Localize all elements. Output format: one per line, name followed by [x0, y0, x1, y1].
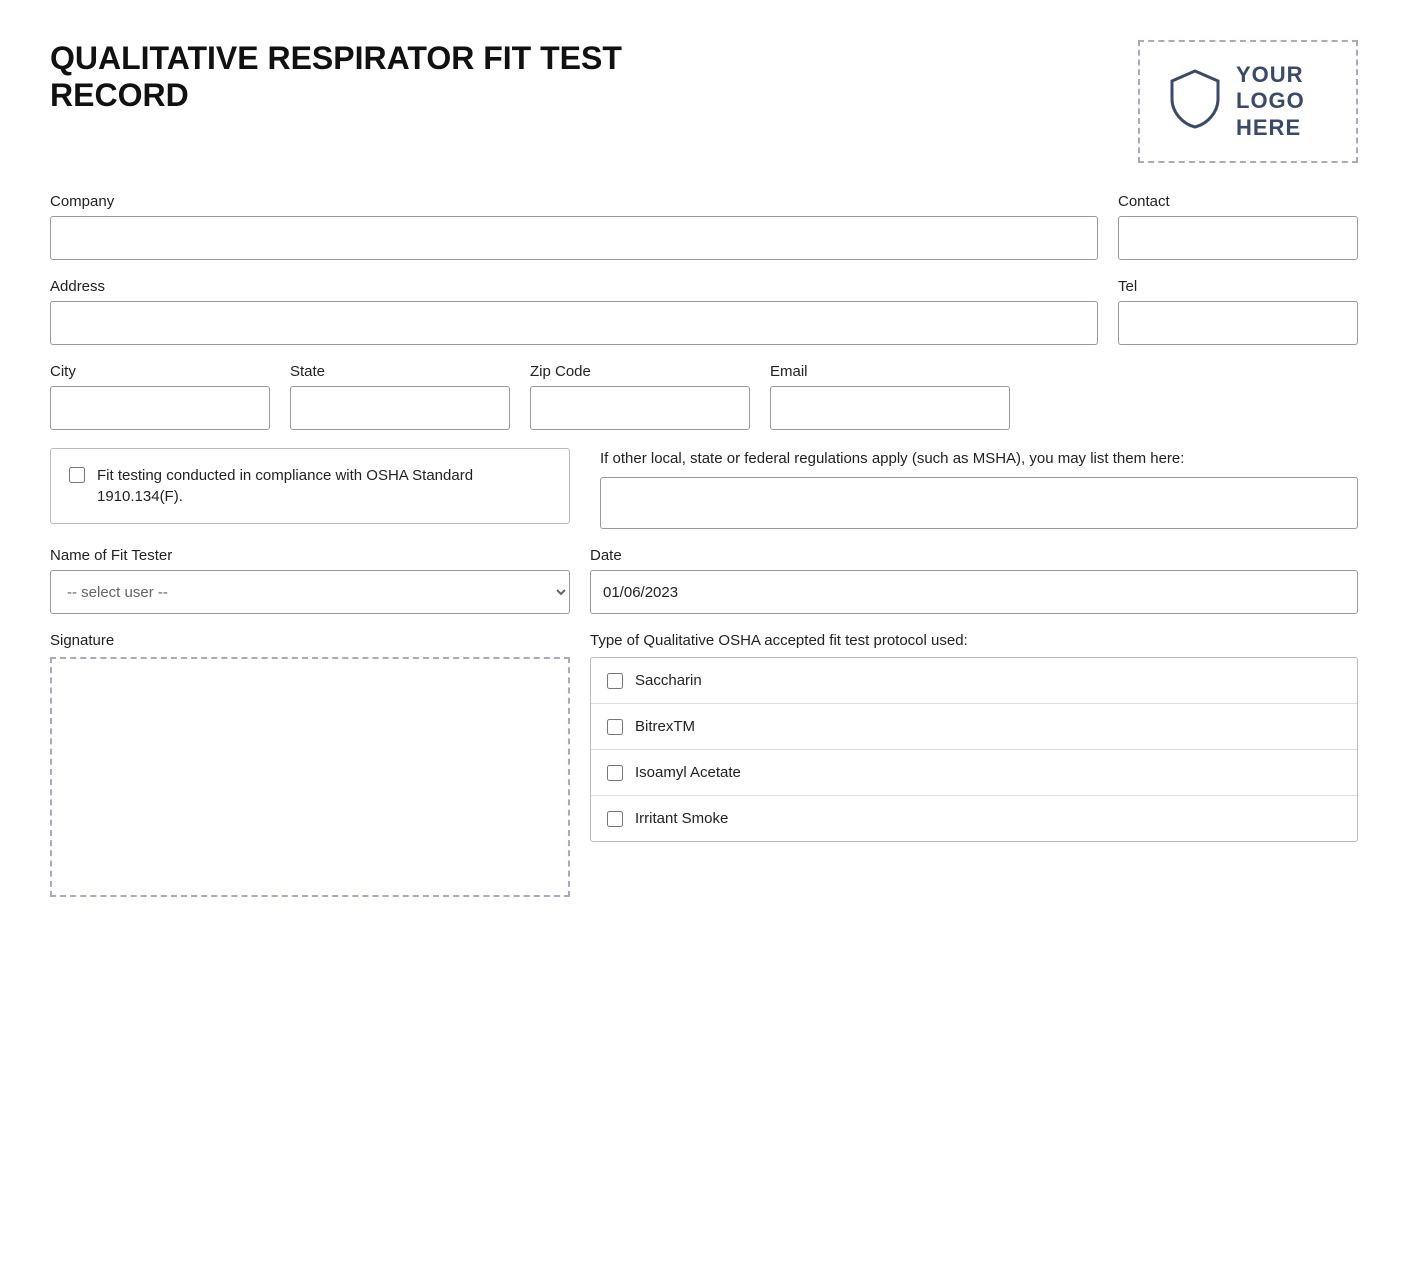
company-group: Company	[50, 193, 1098, 260]
regulations-section: If other local, state or federal regulat…	[600, 448, 1358, 529]
logo-box: YOURLOGOHERE	[1138, 40, 1358, 163]
city-input[interactable]	[50, 386, 270, 430]
saccharin-checkbox[interactable]	[607, 673, 623, 689]
signature-label: Signature	[50, 632, 570, 649]
shield-icon	[1168, 69, 1222, 134]
city-state-zip-email-row: City State Zip Code Email	[50, 363, 1358, 430]
bitrex-checkbox[interactable]	[607, 719, 623, 735]
signature-section: Signature	[50, 632, 570, 897]
compliance-text: Fit testing conducted in compliance with…	[97, 465, 551, 507]
signature-protocol-row: Signature Type of Qualitative OSHA accep…	[50, 632, 1358, 897]
protocol-option-saccharin: Saccharin	[591, 658, 1357, 704]
email-label: Email	[770, 363, 1010, 380]
state-label: State	[290, 363, 510, 380]
protocol-options: Saccharin BitrexTM Isoamyl Acetate Irrit…	[590, 657, 1358, 842]
tel-group: Tel	[1118, 278, 1358, 345]
saccharin-label: Saccharin	[635, 672, 702, 689]
tester-group: Name of Fit Tester -- select user --	[50, 547, 570, 614]
compliance-regulations-row: Fit testing conducted in compliance with…	[50, 448, 1358, 529]
city-label: City	[50, 363, 270, 380]
zip-label: Zip Code	[530, 363, 750, 380]
zip-group: Zip Code	[530, 363, 750, 430]
tester-label: Name of Fit Tester	[50, 547, 570, 564]
protocol-label: Type of Qualitative OSHA accepted fit te…	[590, 632, 1358, 649]
company-input[interactable]	[50, 216, 1098, 260]
irritant-checkbox[interactable]	[607, 811, 623, 827]
regulations-input[interactable]	[600, 477, 1358, 529]
email-group: Email	[770, 363, 1010, 430]
state-group: State	[290, 363, 510, 430]
date-input[interactable]	[590, 570, 1358, 614]
compliance-checkbox-box: Fit testing conducted in compliance with…	[50, 448, 570, 524]
isoamyl-label: Isoamyl Acetate	[635, 764, 741, 781]
company-contact-row: Company Contact	[50, 193, 1358, 260]
protocol-option-bitrex: BitrexTM	[591, 704, 1357, 750]
isoamyl-checkbox[interactable]	[607, 765, 623, 781]
city-group: City	[50, 363, 270, 430]
contact-label: Contact	[1118, 193, 1358, 210]
compliance-checkbox[interactable]	[69, 467, 85, 483]
protocol-option-isoamyl: Isoamyl Acetate	[591, 750, 1357, 796]
contact-group: Contact	[1118, 193, 1358, 260]
protocol-section: Type of Qualitative OSHA accepted fit te…	[590, 632, 1358, 842]
protocol-option-irritant: Irritant Smoke	[591, 796, 1357, 841]
address-input[interactable]	[50, 301, 1098, 345]
page-header: QUALITATIVE RESPIRATOR FIT TEST RECORD Y…	[50, 40, 1358, 163]
state-input[interactable]	[290, 386, 510, 430]
signature-box[interactable]	[50, 657, 570, 897]
address-group: Address	[50, 278, 1098, 345]
address-label: Address	[50, 278, 1098, 295]
tester-select[interactable]: -- select user --	[50, 570, 570, 614]
email-input[interactable]	[770, 386, 1010, 430]
bitrex-label: BitrexTM	[635, 718, 695, 735]
address-tel-row: Address Tel	[50, 278, 1358, 345]
date-label: Date	[590, 547, 1358, 564]
page-title: QUALITATIVE RESPIRATOR FIT TEST RECORD	[50, 40, 622, 114]
contact-input[interactable]	[1118, 216, 1358, 260]
zip-input[interactable]	[530, 386, 750, 430]
date-group: Date	[590, 547, 1358, 614]
irritant-label: Irritant Smoke	[635, 810, 728, 827]
tel-input[interactable]	[1118, 301, 1358, 345]
regulations-label: If other local, state or federal regulat…	[600, 448, 1358, 469]
company-label: Company	[50, 193, 1098, 210]
logo-text: YOURLOGOHERE	[1236, 62, 1305, 141]
tel-label: Tel	[1118, 278, 1358, 295]
tester-date-row: Name of Fit Tester -- select user -- Dat…	[50, 547, 1358, 614]
